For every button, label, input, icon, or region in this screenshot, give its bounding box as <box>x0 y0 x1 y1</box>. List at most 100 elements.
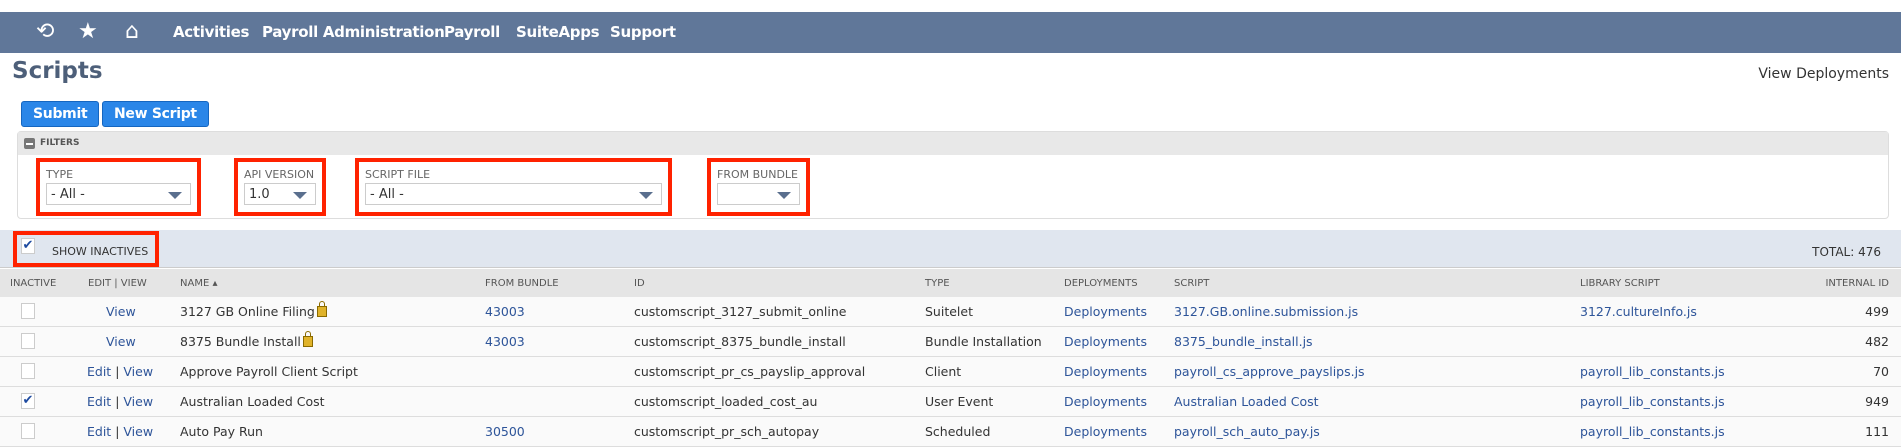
deployments-link[interactable]: Deployments <box>1064 424 1147 439</box>
recent-history-icon[interactable]: ⟲ <box>36 20 54 44</box>
col-from-bundle[interactable]: FROM BUNDLE <box>485 278 559 289</box>
deployments-link[interactable]: Deployments <box>1064 334 1147 349</box>
library-script-link[interactable]: payroll_lib_constants.js <box>1580 364 1725 379</box>
table-row: Edit | View Auto Pay Run 30500 customscr… <box>0 417 1901 447</box>
star-icon[interactable]: ★ <box>78 20 98 44</box>
api-version-value: 1.0 <box>249 187 270 202</box>
col-edit-view: EDIT | VIEW <box>88 278 147 289</box>
script-id: customscript_3127_submit_online <box>634 304 847 319</box>
view-link[interactable]: View <box>123 364 153 379</box>
col-inactive[interactable]: INACTIVE <box>10 278 56 289</box>
table-row: ✔ Edit | View Australian Loaded Cost cus… <box>0 387 1901 417</box>
nav-support[interactable]: Support <box>610 23 676 41</box>
view-deployments-link[interactable]: View Deployments <box>1758 66 1889 82</box>
table-row: View 8375 Bundle Install 43003 customscr… <box>0 327 1901 357</box>
library-script-link[interactable]: payroll_lib_constants.js <box>1580 394 1725 409</box>
edit-link[interactable]: Edit <box>87 364 111 379</box>
page-title: Scripts <box>12 58 103 84</box>
show-inactives-label: SHOW INACTIVES <box>52 245 149 258</box>
script-id: customscript_pr_cs_payslip_approval <box>634 364 866 379</box>
bundle-link[interactable]: 43003 <box>485 334 525 349</box>
new-script-button[interactable]: New Script <box>102 101 209 127</box>
script-file-filter: SCRIPT FILE - All - <box>355 158 672 216</box>
inactive-checkbox[interactable] <box>21 333 35 349</box>
lock-icon <box>302 331 313 347</box>
edit-link[interactable]: Edit <box>87 394 111 409</box>
submit-button[interactable]: Submit <box>21 101 100 127</box>
view-link[interactable]: View <box>123 394 153 409</box>
col-deployments[interactable]: DEPLOYMENTS <box>1064 278 1138 289</box>
from-bundle-select[interactable] <box>717 183 800 205</box>
script-file-select[interactable]: - All - <box>365 183 662 205</box>
inactive-checkbox[interactable]: ✔ <box>21 393 35 409</box>
script-name: Australian Loaded Cost <box>180 394 325 409</box>
inactive-checkbox[interactable] <box>21 363 35 379</box>
type-filter: TYPE - All - <box>36 158 201 216</box>
internal-id: 111 <box>1865 424 1889 439</box>
script-name: 3127 GB Online Filing <box>180 304 315 319</box>
col-type[interactable]: TYPE <box>925 278 950 289</box>
view-link[interactable]: View <box>106 304 136 319</box>
deployments-link[interactable]: Deployments <box>1064 394 1147 409</box>
internal-id: 949 <box>1865 394 1889 409</box>
api-version-filter: API VERSION 1.0 <box>234 158 326 216</box>
from-bundle-label: FROM BUNDLE <box>717 168 798 181</box>
script-name: Approve Payroll Client Script <box>180 364 358 379</box>
from-bundle-filter: FROM BUNDLE <box>707 158 810 216</box>
script-file-link[interactable]: 8375_bundle_install.js <box>1174 334 1313 349</box>
script-type: Bundle Installation <box>925 334 1042 349</box>
dropdown-arrow-icon <box>777 192 791 199</box>
col-library-script[interactable]: LIBRARY SCRIPT <box>1580 278 1660 289</box>
nav-payroll-administration[interactable]: Payroll Administration <box>262 23 445 41</box>
nav-suiteapps[interactable]: SuiteApps <box>516 23 600 41</box>
list-toolbar <box>0 230 1901 268</box>
nav-activities[interactable]: Activities <box>173 23 249 41</box>
api-version-label: API VERSION <box>244 168 315 181</box>
script-type: Suitelet <box>925 304 973 319</box>
table-row: Edit | View Approve Payroll Client Scrip… <box>0 357 1901 387</box>
show-inactives-checkbox[interactable]: ✔ <box>21 238 35 254</box>
nav-payroll[interactable]: Payroll <box>444 23 500 41</box>
script-type: User Event <box>925 394 994 409</box>
inactive-checkbox[interactable] <box>21 423 35 439</box>
edit-link[interactable]: Edit <box>87 424 111 439</box>
view-link[interactable]: View <box>106 334 136 349</box>
api-version-select[interactable]: 1.0 <box>244 183 316 205</box>
collapse-icon[interactable] <box>24 138 35 149</box>
library-script-link[interactable]: payroll_lib_constants.js <box>1580 424 1725 439</box>
col-internal-id[interactable]: INTERNAL ID <box>1825 278 1889 289</box>
script-name: Auto Pay Run <box>180 424 263 439</box>
script-type: Client <box>925 364 962 379</box>
dropdown-arrow-icon <box>293 192 307 199</box>
internal-id: 499 <box>1865 304 1889 319</box>
total-count: TOTAL: 476 <box>1812 245 1881 259</box>
view-link[interactable]: View <box>123 424 153 439</box>
bundle-link[interactable]: 43003 <box>485 304 525 319</box>
script-id: customscript_loaded_cost_au <box>634 394 818 409</box>
script-id: customscript_pr_sch_autopay <box>634 424 820 439</box>
library-script-link[interactable]: 3127.cultureInfo.js <box>1580 304 1697 319</box>
script-file-link[interactable]: payroll_sch_auto_pay.js <box>1174 424 1320 439</box>
script-file-link[interactable]: Australian Loaded Cost <box>1174 394 1319 409</box>
filters-header[interactable]: FILTERS <box>18 132 1888 155</box>
deployments-link[interactable]: Deployments <box>1064 364 1147 379</box>
home-icon[interactable]: ⌂ <box>125 20 139 44</box>
deployments-link[interactable]: Deployments <box>1064 304 1147 319</box>
type-select[interactable]: - All - <box>46 183 191 205</box>
lock-icon <box>316 301 327 317</box>
col-name[interactable]: NAME ▴ <box>180 278 217 289</box>
col-id[interactable]: ID <box>634 278 645 289</box>
script-file-link[interactable]: 3127.GB.online.submission.js <box>1174 304 1358 319</box>
inactive-checkbox[interactable] <box>21 303 35 319</box>
type-value: - All - <box>51 187 85 202</box>
script-file-link[interactable]: payroll_cs_approve_payslips.js <box>1174 364 1365 379</box>
table-header: INACTIVE EDIT | VIEW NAME ▴ FROM BUNDLE … <box>0 269 1901 297</box>
script-file-value: - All - <box>370 187 404 202</box>
table-row: View 3127 GB Online Filing 43003 customs… <box>0 297 1901 327</box>
dropdown-arrow-icon <box>168 192 182 199</box>
bundle-link[interactable]: 30500 <box>485 424 525 439</box>
top-nav: ⟲ ★ ⌂ Activities Payroll Administration … <box>0 12 1901 53</box>
script-id: customscript_8375_bundle_install <box>634 334 846 349</box>
col-script[interactable]: SCRIPT <box>1174 278 1209 289</box>
script-name: 8375 Bundle Install <box>180 334 301 349</box>
